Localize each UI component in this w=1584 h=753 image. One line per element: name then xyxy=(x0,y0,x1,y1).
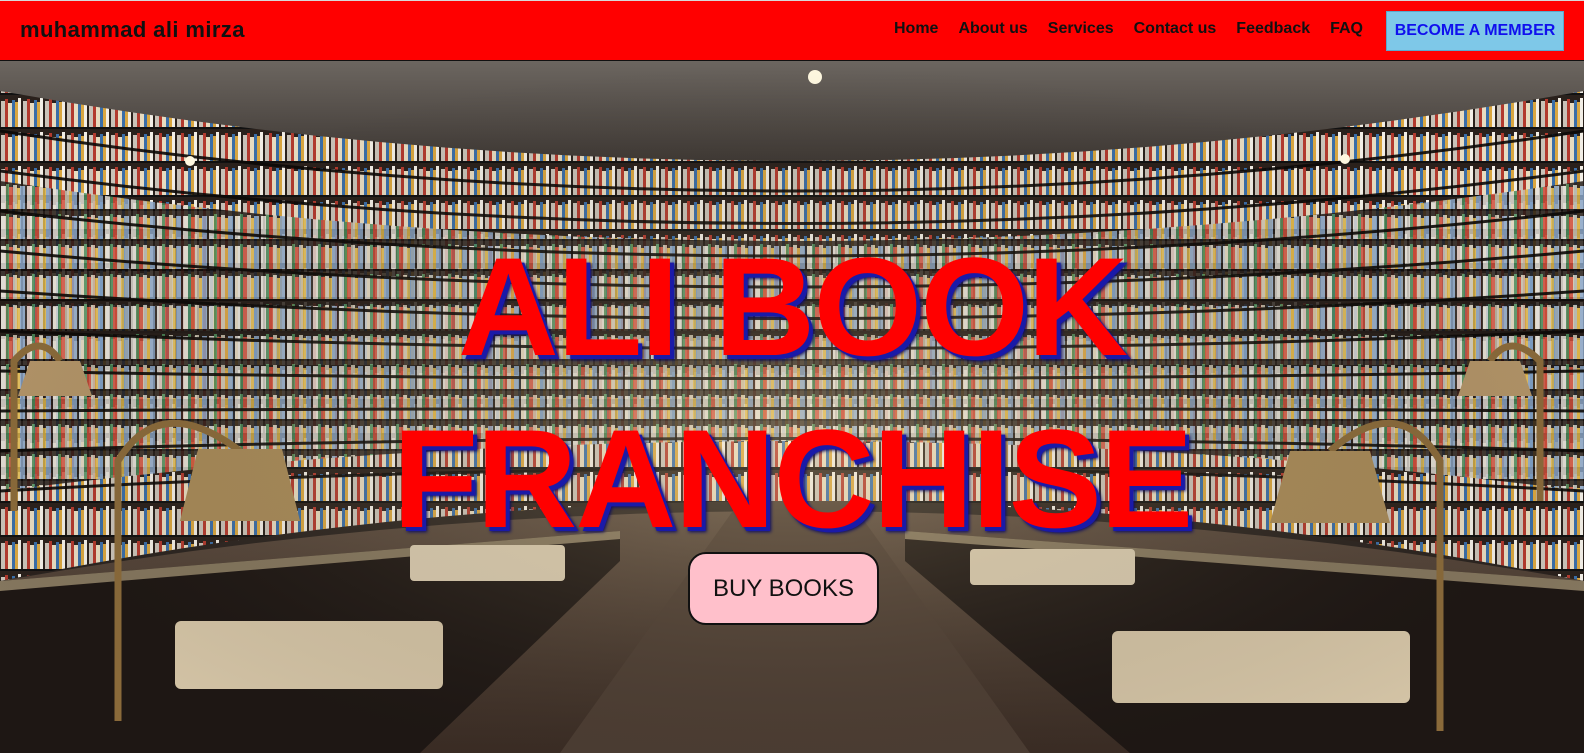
hero-section: ALI BOOK FRANCHISE BUY BOOKS xyxy=(0,61,1584,753)
nav-link-contact-us[interactable]: Contact us xyxy=(1134,20,1217,38)
nav-link-home[interactable]: Home xyxy=(894,20,938,38)
hero-title-line-1: ALI BOOK xyxy=(457,228,1128,385)
buy-books-button[interactable]: BUY BOOKS xyxy=(688,552,879,625)
nav-link-about-us[interactable]: About us xyxy=(958,20,1027,38)
nav-link-services[interactable]: Services xyxy=(1048,20,1114,38)
page: muhammad ali mirza Home About us Service… xyxy=(0,0,1584,753)
nav-links: Home About us Services Contact us Feedba… xyxy=(894,20,1363,38)
top-navbar: muhammad ali mirza Home About us Service… xyxy=(0,0,1584,61)
become-member-button[interactable]: BECOME A MEMBER xyxy=(1386,11,1564,51)
nav-link-feedback[interactable]: Feedback xyxy=(1236,20,1310,38)
hero-title: ALI BOOK FRANCHISE xyxy=(0,221,1584,565)
brand-name[interactable]: muhammad ali mirza xyxy=(20,17,245,43)
nav-link-faq[interactable]: FAQ xyxy=(1330,20,1363,38)
hero-title-line-2: FRANCHISE xyxy=(392,400,1194,557)
